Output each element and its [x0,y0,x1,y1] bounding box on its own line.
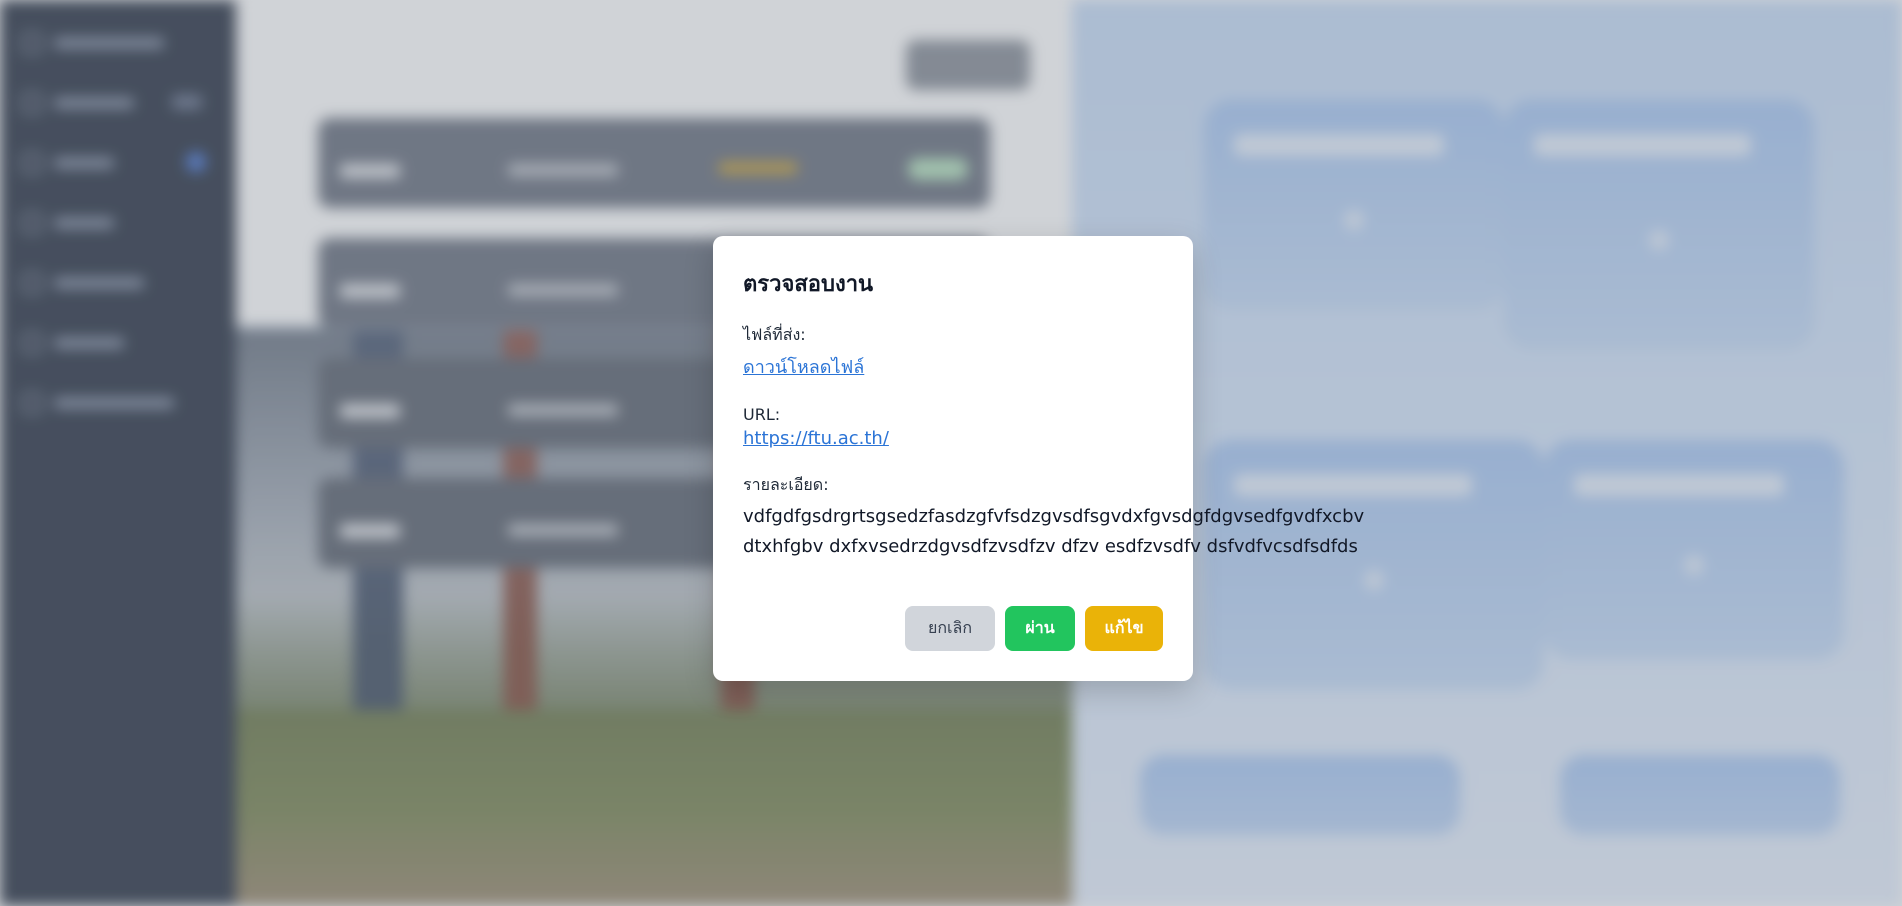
modal-title: ตรวจสอบงาน [743,272,874,297]
download-file-link[interactable]: ดาวน์โหลดไฟล์ [743,352,864,381]
detail-text: vdfgdfgsdrgrtsgsedzfasdzgfvfsdzgvsdfsgvd… [743,506,1365,557]
page: ตรวจสอบงาน ไฟล์ที่ส่ง: ดาวน์โหลดไฟล์ URL… [0,0,1902,906]
edit-button[interactable]: แก้ไข [1085,606,1163,651]
detail-label: รายละเอียด: [743,475,829,494]
url-label: URL: [743,405,781,424]
cancel-button[interactable]: ยกเลิก [905,606,995,651]
file-label: ไฟล์ที่ส่ง: [743,325,806,344]
pass-button[interactable]: ผ่าน [1005,606,1075,651]
url-link[interactable]: https://ftu.ac.th/ [743,428,889,449]
review-modal: ตรวจสอบงาน ไฟล์ที่ส่ง: ดาวน์โหลดไฟล์ URL… [713,236,1364,681]
modal-actions: ยกเลิก ผ่าน แก้ไข [905,606,1163,651]
